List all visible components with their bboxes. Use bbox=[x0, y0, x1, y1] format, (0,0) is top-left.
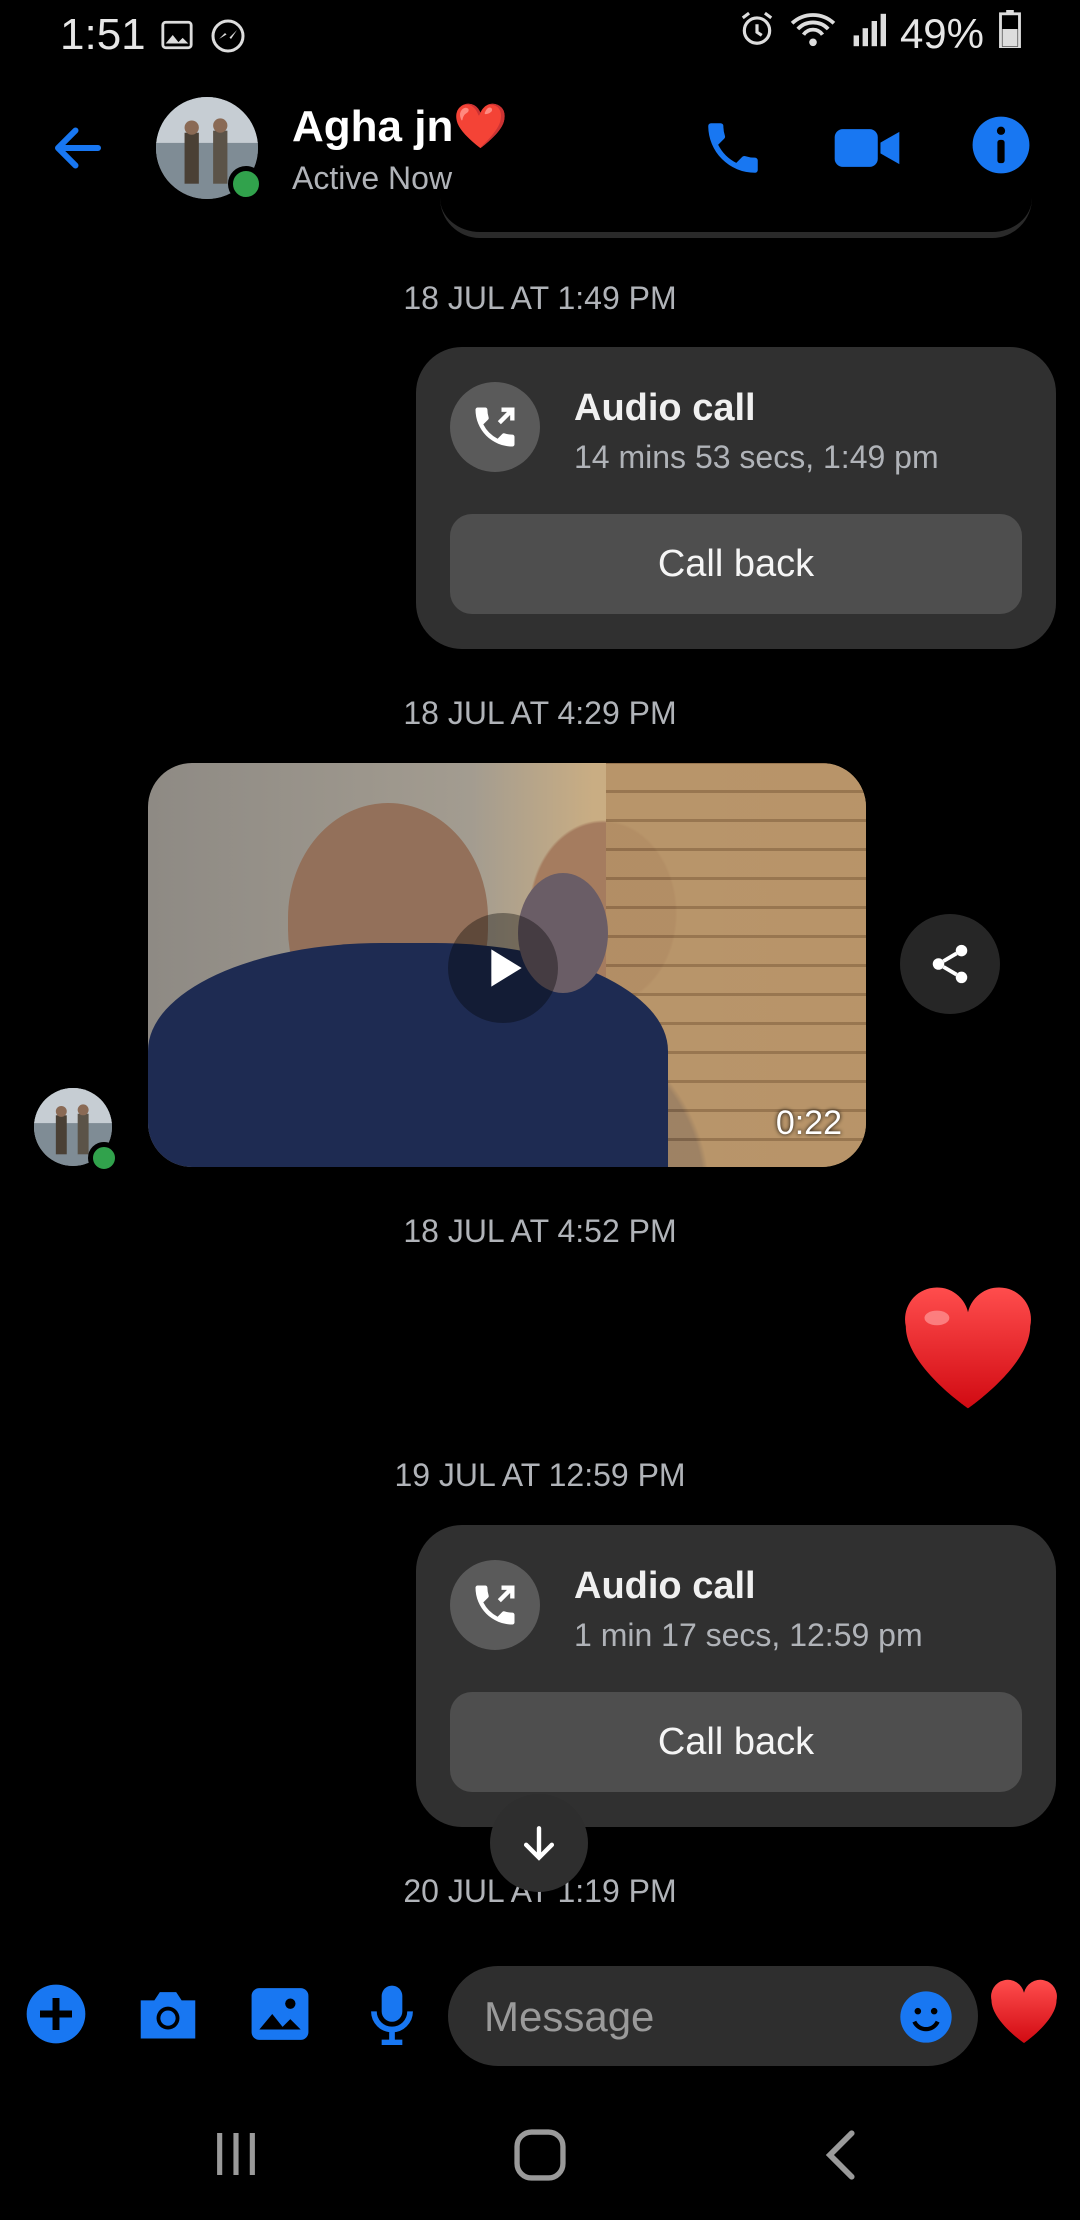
previous-message-edge bbox=[440, 196, 1032, 238]
gallery-icon[interactable] bbox=[244, 1978, 316, 2050]
call-detail: 1 min 17 secs, 12:59 pm bbox=[574, 1617, 923, 1653]
message-field[interactable] bbox=[448, 1966, 978, 2068]
play-icon[interactable] bbox=[448, 913, 558, 1023]
audio-call-bubble[interactable]: Audio call 14 mins 53 secs, 1:49 pm Call… bbox=[416, 347, 1056, 649]
video-camera-icon[interactable] bbox=[832, 115, 902, 181]
back-nav-icon[interactable] bbox=[818, 2126, 866, 2189]
message-input[interactable] bbox=[482, 1966, 886, 2068]
contact-name-text: Agha jn bbox=[292, 102, 454, 151]
gallery-notification-icon bbox=[160, 18, 194, 57]
call-title: Audio call bbox=[574, 1565, 756, 1607]
contact-name[interactable]: Agha jn❤️ bbox=[292, 100, 508, 152]
messenger-notification-icon bbox=[210, 18, 246, 59]
status-icons: 49% bbox=[738, 10, 1022, 58]
call-title: Audio call bbox=[574, 387, 756, 429]
recent-apps-icon[interactable] bbox=[208, 2126, 264, 2187]
signal-icon bbox=[850, 10, 886, 58]
call-detail: 14 mins 53 secs, 1:49 pm bbox=[574, 439, 939, 475]
microphone-icon[interactable] bbox=[356, 1978, 428, 2050]
online-indicator bbox=[88, 1142, 120, 1174]
like-heart-icon[interactable] bbox=[988, 1978, 1060, 2046]
phone-icon[interactable] bbox=[700, 115, 766, 181]
active-status: Active Now bbox=[292, 160, 453, 196]
video-duration: 0:22 bbox=[775, 1104, 842, 1142]
share-icon[interactable] bbox=[900, 914, 1000, 1014]
timestamp: 18 JUL AT 1:49 PM bbox=[403, 280, 677, 316]
phone-call-icon bbox=[450, 382, 540, 472]
audio-call-bubble[interactable]: Audio call 1 min 17 secs, 12:59 pm Call … bbox=[416, 1525, 1056, 1827]
navigation-bar bbox=[0, 2100, 1080, 2220]
info-icon[interactable] bbox=[970, 114, 1032, 176]
status-time: 1:51 bbox=[60, 10, 146, 59]
back-arrow-icon[interactable] bbox=[48, 118, 108, 178]
video-message[interactable]: 0:22 bbox=[148, 763, 866, 1167]
alarm-icon bbox=[738, 10, 776, 58]
camera-icon[interactable] bbox=[132, 1978, 204, 2050]
scroll-down-icon[interactable] bbox=[490, 1794, 588, 1892]
phone-call-icon bbox=[450, 1560, 540, 1650]
wifi-icon bbox=[790, 10, 836, 58]
plus-icon[interactable] bbox=[20, 1978, 92, 2050]
online-indicator bbox=[228, 166, 264, 202]
battery-percent: 49% bbox=[899, 10, 984, 57]
call-back-button[interactable]: Call back bbox=[450, 514, 1022, 614]
battery-icon bbox=[998, 10, 1022, 58]
home-icon[interactable] bbox=[510, 2126, 570, 2189]
call-back-button[interactable]: Call back bbox=[450, 1692, 1022, 1792]
heart-message[interactable] bbox=[900, 1284, 1036, 1414]
timestamp: 18 JUL AT 4:52 PM bbox=[403, 1213, 677, 1249]
emoji-icon[interactable] bbox=[898, 1989, 954, 2045]
timestamp: 19 JUL AT 12:59 PM bbox=[394, 1457, 686, 1493]
heart-emoji: ❤️ bbox=[453, 102, 509, 151]
timestamp: 18 JUL AT 4:29 PM bbox=[403, 695, 677, 731]
